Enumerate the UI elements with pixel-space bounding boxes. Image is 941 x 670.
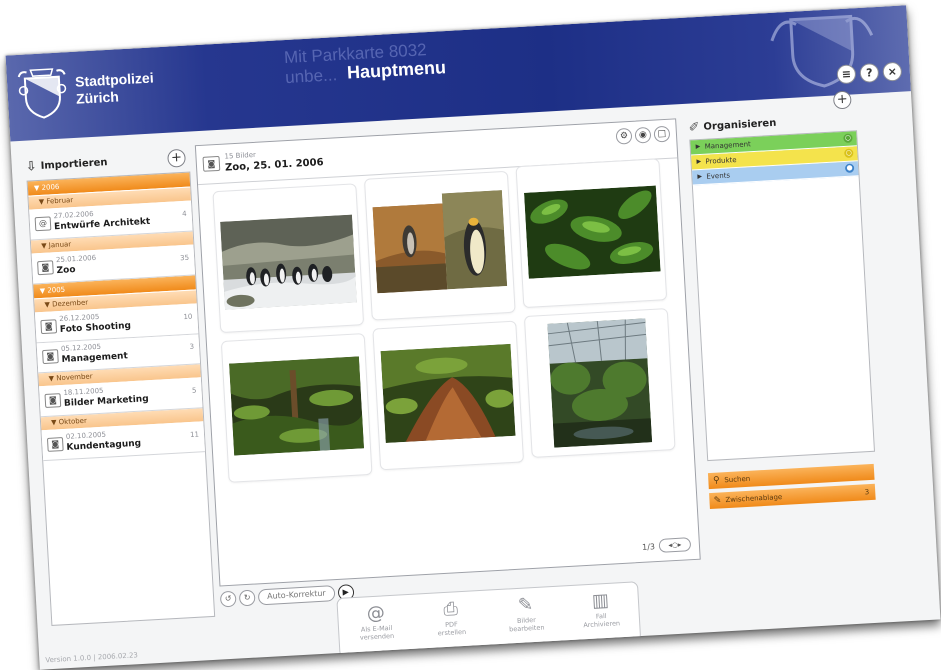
page-title: Hauptmenu — [346, 57, 447, 83]
event-count: 5 — [191, 386, 197, 395]
month-label: Oktober — [58, 416, 88, 427]
photo-rainforest — [229, 356, 365, 456]
close-icon[interactable]: × — [882, 61, 903, 82]
clipboard-count: 3 — [864, 488, 870, 497]
event-date: 18.11.2005 — [63, 386, 104, 397]
window-buttons: ≡ ? × — [836, 61, 903, 85]
event-count: 35 — [179, 253, 190, 263]
settings-icon[interactable]: ⚙ — [615, 127, 633, 145]
photo-penguin-rocks — [372, 190, 508, 294]
event-type-icon: ◙ — [37, 260, 54, 276]
event-name: Management — [61, 351, 129, 365]
event-name: Kundentagung — [66, 438, 142, 453]
search-icon: ⚲ — [712, 475, 720, 486]
city-crest-logo — [17, 68, 67, 119]
event-count: 4 — [181, 209, 187, 219]
pager: 1/3 ◂○▸ — [642, 537, 692, 554]
event-type-icon: ◙ — [44, 393, 62, 408]
version-footer: Version 1.0.0 | 2006.02.23 — [45, 651, 139, 665]
import-panel: ⇩ Importieren + ▼ 2006 ▼ Februar @27.02.20… — [25, 146, 216, 626]
event-date: 27.02.2006 — [53, 209, 94, 221]
auto-correct-button[interactable]: Auto-Korrektur — [257, 585, 336, 606]
page-navigation[interactable]: ◂○▸ — [658, 537, 692, 553]
event-date: 02.10.2005 — [65, 430, 107, 441]
image-count: 15 Bilder — [224, 150, 257, 161]
year-label: 2005 — [47, 285, 66, 295]
thumbnail-penguin-rocks[interactable] — [363, 170, 516, 321]
thumbnail-forest-roots[interactable] — [372, 320, 525, 471]
email-action[interactable]: @ Als E-Mail versenden — [342, 595, 410, 643]
add-category-button[interactable]: + — [832, 90, 852, 110]
import-icon: ⇩ — [25, 158, 38, 175]
category-toggle-icon[interactable]: ● — [844, 163, 855, 173]
thumbnail-penguins[interactable] — [212, 183, 365, 334]
photo-greenhouse — [547, 318, 653, 448]
event-date: 25.01.2006 — [55, 253, 97, 265]
category-label: Produkte — [705, 156, 737, 166]
rotate-left-icon[interactable]: ↺ — [219, 590, 237, 608]
photo-penguins — [220, 214, 357, 310]
category-label: Management — [704, 140, 751, 151]
pdf-action[interactable]: ⎙ PDF erstellen — [417, 591, 485, 639]
search-label: Suchen — [724, 474, 751, 485]
event-date: 05.12.2005 — [60, 342, 102, 354]
edit-action[interactable]: ✎ Bilder bearbeiten — [492, 587, 560, 635]
organize-panel: ✐ Organisieren + ▶ Management ○ ▶ Produkte ○ ▶… — [688, 90, 880, 557]
event-name: Foto Shooting — [59, 321, 132, 336]
category-list: ▶ Management ○ ▶ Produkte ○ ▶ Events ● — [689, 130, 876, 462]
event-count: 3 — [189, 342, 195, 351]
book-icon: ✐ — [688, 119, 700, 136]
gallery-header-buttons: ⚙ ◉ □ — [615, 125, 671, 145]
year-label: 2006 — [41, 182, 60, 192]
camera-icon: ◙ — [202, 155, 221, 172]
page-indicator: 1/3 — [641, 541, 656, 552]
expand-icon: ▶ — [696, 157, 702, 166]
event-count: 11 — [189, 430, 200, 439]
image-control-bar: ↺ ↻ Auto-Korrektur ▶ — [219, 581, 355, 610]
clipboard-label: Zwischenablage — [725, 492, 783, 505]
event-count: 10 — [183, 312, 193, 322]
brand-line-2: Zürich — [75, 88, 120, 107]
gallery-panel: ◙ 15 Bilder Zoo, 25. 01. 2006 ⚙ ◉ □ 1/3 … — [194, 118, 701, 587]
help-icon[interactable]: ? — [859, 62, 880, 83]
organize-panel-title: Organisieren — [703, 117, 777, 133]
thumbnail-rainforest[interactable] — [220, 333, 373, 483]
event-type-icon: @ — [34, 216, 52, 232]
event-date: 26.12.2005 — [59, 312, 100, 324]
import-tree: ▼ 2006 ▼ Februar @27.02.2006 Entwürfe Archi… — [26, 171, 216, 626]
event-name: Zoo — [56, 265, 76, 277]
view-icon[interactable]: ◉ — [634, 126, 652, 144]
month-label: Februar — [46, 196, 74, 206]
event-type-icon: ◙ — [42, 349, 59, 365]
month-label: Januar — [48, 240, 72, 250]
thumbnail-greenhouse[interactable] — [523, 308, 676, 458]
rotate-right-icon[interactable]: ↻ — [238, 589, 256, 607]
event-type-icon: ◙ — [46, 437, 64, 452]
archive-action[interactable]: ▥ Fall Archivieren — [567, 582, 635, 630]
category-label: Events — [706, 171, 731, 181]
category-toggle-icon[interactable]: ○ — [844, 148, 854, 158]
month-label: Dezember — [51, 298, 89, 309]
brand-name: Stadtpolizei Zürich — [75, 69, 155, 107]
action-bar: @ Als E-Mail versenden ⎙ PDF erstellen ✎… — [336, 581, 642, 658]
photo-green-leaves — [524, 185, 661, 279]
expand-icon: ▶ — [697, 172, 703, 181]
menu-icon[interactable]: ≡ — [836, 64, 857, 85]
import-panel-title: Importieren — [40, 156, 108, 172]
fullscreen-icon[interactable]: □ — [653, 125, 671, 143]
expand-icon: ▶ — [695, 143, 701, 151]
event-type-icon: ◙ — [40, 319, 58, 335]
photo-forest-roots — [380, 343, 516, 444]
thumbnail-green-leaves[interactable] — [515, 158, 668, 309]
app-window: Stadtpolizei Zürich Mit Parkkarte 8032 u… — [5, 5, 941, 670]
event-name: Bilder Marketing — [63, 394, 149, 409]
month-label: November — [56, 372, 93, 383]
clipboard-icon: ✎ — [713, 495, 722, 506]
category-toggle-icon[interactable]: ○ — [843, 133, 853, 144]
organize-panel-header: ✐ Organisieren — [688, 113, 777, 138]
